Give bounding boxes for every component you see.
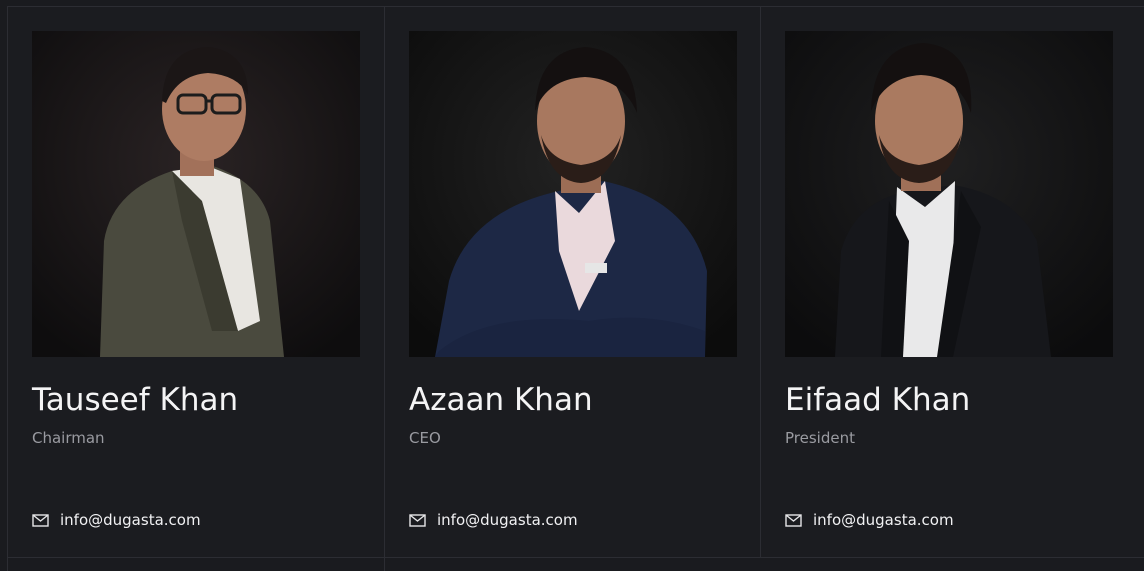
team-member-name: Eifaad Khan [785, 382, 971, 418]
envelope-icon [409, 513, 426, 527]
envelope-icon [785, 513, 802, 527]
team-member-name: Tauseef Khan [32, 382, 239, 418]
grid-divider [7, 557, 1144, 558]
envelope-icon [32, 513, 49, 527]
grid-divider [384, 558, 385, 571]
team-card-president: Eifaad Khan President info@dugasta.com [760, 6, 1144, 558]
team-photo-chairman [32, 31, 360, 357]
team-member-role: CEO [409, 429, 441, 447]
email-link[interactable]: info@dugasta.com [785, 511, 954, 529]
email-link[interactable]: info@dugasta.com [409, 511, 578, 529]
team-photo-ceo [409, 31, 737, 357]
grid-divider [7, 558, 8, 571]
team-card-ceo: Azaan Khan CEO info@dugasta.com [384, 6, 761, 558]
email-address[interactable]: info@dugasta.com [60, 511, 201, 529]
team-card-chairman: Tauseef Khan Chairman info@dugasta.com [7, 6, 385, 558]
team-member-name: Azaan Khan [409, 382, 593, 418]
email-address[interactable]: info@dugasta.com [813, 511, 954, 529]
team-photo-president [785, 31, 1113, 357]
email-link[interactable]: info@dugasta.com [32, 511, 201, 529]
team-member-role: President [785, 429, 855, 447]
team-grid: Tauseef Khan Chairman info@dugasta.com A… [0, 0, 1144, 571]
email-address[interactable]: info@dugasta.com [437, 511, 578, 529]
team-member-role: Chairman [32, 429, 105, 447]
